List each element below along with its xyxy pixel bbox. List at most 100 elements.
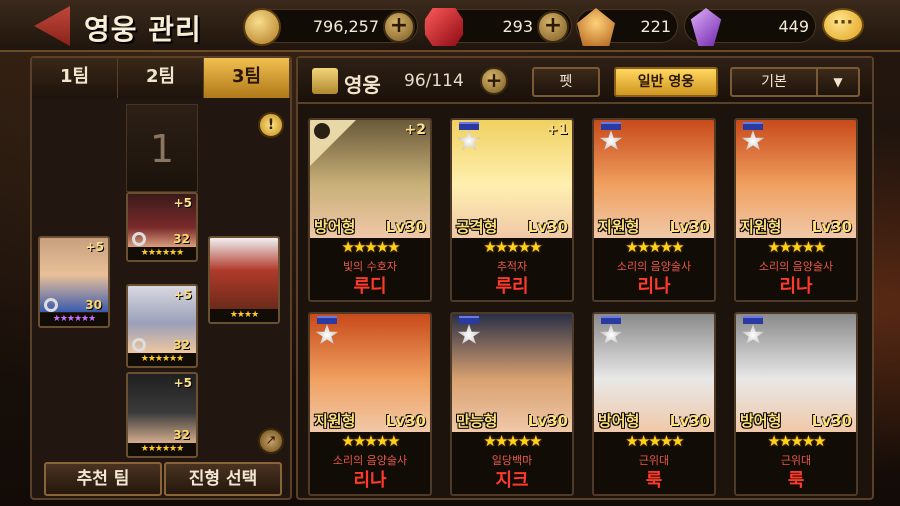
hero-name: 룩: [645, 470, 663, 491]
formation-select-button[interactable]: 진형 선택: [164, 462, 282, 496]
hero-card[interactable]: 지원형 Lv30 ★★★★★ 소리의 음양술사 리나: [308, 312, 432, 496]
star-rating: ★★★★★★: [128, 443, 196, 456]
gear-icon: [132, 232, 146, 246]
hero-class: 방어형: [740, 412, 782, 430]
hero-title: 근위대: [638, 454, 670, 467]
team-member-slot-5[interactable]: ★★★★: [208, 236, 280, 324]
hero-level: Lv30: [669, 412, 710, 430]
hero-level: Lv30: [527, 218, 568, 236]
star-rating: ★★★★★: [483, 432, 542, 450]
normal-hero-button[interactable]: 일반 영웅: [614, 67, 718, 97]
star-rating: ★★★★★★: [128, 353, 196, 366]
hero-label: 영웅: [344, 73, 381, 97]
hero-name: 리나: [779, 276, 813, 297]
star-rating: ★★★★★: [625, 238, 684, 256]
ore-icon: [577, 8, 615, 46]
hero-level: Lv30: [811, 412, 852, 430]
hero-card[interactable]: +1 공격형 Lv30 ★★★★★ 추적자 루리: [450, 118, 574, 302]
add-gold-button[interactable]: +: [383, 11, 415, 43]
medal-icon: [740, 122, 766, 152]
enhance-level: +5: [173, 376, 192, 390]
hero-portrait: [210, 238, 278, 310]
back-button[interactable]: [34, 6, 70, 46]
tab-team-2[interactable]: 2팀: [118, 58, 204, 98]
hero-name: 루디: [353, 276, 387, 297]
hero-class: 지원형: [598, 218, 640, 236]
gear-icon: [44, 298, 58, 312]
hero-card[interactable]: 지원형 Lv30 ★★★★★ 소리의 음양술사리나: [592, 118, 716, 302]
hero-card[interactable]: +2 방어형 Lv30 ★★★★★ 빛의 수호자 루디: [308, 118, 432, 302]
empty-slot-number[interactable]: 1: [126, 104, 198, 192]
pet-button[interactable]: 펫: [532, 67, 600, 97]
gold-value: 796,257: [312, 17, 379, 36]
team-member-slot-4[interactable]: +5 32 ★★★★★★: [126, 372, 198, 458]
hero-title: 일당백마: [491, 454, 533, 467]
lock-icon: [314, 123, 330, 139]
hero-level: Lv30: [811, 218, 852, 236]
hero-title: 소리의 음양술사: [758, 260, 834, 273]
hero-card[interactable]: 지원형 Lv30 ★★★★★ 소리의 음양술사리나: [734, 118, 858, 302]
info-button[interactable]: !: [258, 112, 284, 138]
expand-slots-button[interactable]: +: [480, 67, 508, 95]
team-tabs: 1팀 2팀 3팀: [32, 58, 290, 98]
hero-class: 만능형: [456, 412, 498, 430]
hero-level: Lv30: [527, 412, 568, 430]
medal-icon: [740, 316, 766, 346]
hero-level: 32: [173, 338, 190, 352]
hero-level: Lv30: [385, 412, 426, 430]
hero-level: Lv30: [669, 218, 710, 236]
crystal-value: 449: [778, 17, 809, 36]
hero-level: 30: [85, 298, 102, 312]
tab-team-3[interactable]: 3팀: [204, 58, 290, 98]
hero-list-panel: 영웅 96/114 + 펫 일반 영웅 기본 ▼ +2 방어형 Lv30 ★★★★★ 빛…: [296, 56, 874, 500]
team-member-slot-1[interactable]: +5 30 ★★★★★★: [38, 236, 110, 328]
enhance-level: +5: [173, 288, 192, 302]
chevron-down-icon[interactable]: ▼: [818, 67, 860, 97]
crystal-resource: 449: [684, 8, 816, 46]
hero-list-header: 영웅 96/114 + 펫 일반 영웅 기본 ▼: [298, 58, 872, 104]
hero-class: 공격형: [456, 218, 498, 236]
expand-arrow-icon[interactable]: ↗: [258, 428, 284, 454]
hero-card[interactable]: 방어형 Lv30 ★★★★★ 근위대룩: [592, 312, 716, 496]
hero-count: 96/114: [404, 71, 464, 91]
hero-class: 지원형: [740, 218, 782, 236]
hero-book-icon: [312, 68, 338, 94]
medal-icon: [314, 316, 340, 346]
star-rating: ★★★★: [210, 309, 278, 322]
star-rating: ★★★★★: [767, 432, 826, 450]
star-rating: ★★★★★: [341, 432, 400, 450]
tab-team-1[interactable]: 1팀: [32, 58, 118, 98]
hero-title: 소리의 음양술사: [616, 260, 692, 273]
chat-button[interactable]: ···: [822, 8, 864, 42]
sort-select[interactable]: 기본: [730, 67, 818, 97]
star-rating: ★★★★★★: [128, 247, 196, 260]
enhance-level: +1: [546, 122, 568, 138]
enhance-level: +5: [85, 240, 104, 254]
team-member-slot-2[interactable]: +5 32 ★★★★★★: [126, 192, 198, 262]
gold-resource: 796,257 +: [243, 8, 418, 46]
crystal-icon: [690, 8, 722, 46]
medal-icon: [456, 316, 482, 346]
team-member-slot-3[interactable]: +5 32 ★★★★★★: [126, 284, 198, 368]
hero-card[interactable]: 방어형 Lv30 ★★★★★ 근위대 룩: [734, 312, 858, 496]
star-rating: ★★★★★: [625, 432, 684, 450]
hero-name: 리나: [637, 276, 671, 297]
ruby-value: 293: [502, 17, 533, 36]
add-ruby-button[interactable]: +: [537, 11, 569, 43]
recommend-team-button[interactable]: 추천 팀: [44, 462, 162, 496]
hero-class: 방어형: [598, 412, 640, 430]
gear-icon: [132, 338, 146, 352]
ore-resource: 221: [576, 8, 678, 46]
hero-class: 방어형: [314, 218, 356, 236]
team-action-buttons: 추천 팀 진형 선택: [44, 462, 282, 496]
hero-name: 지크: [495, 470, 529, 491]
hero-level: 32: [173, 232, 190, 246]
star-rating: ★★★★★: [767, 238, 826, 256]
hero-name: 루리: [495, 276, 529, 297]
enhance-level: +5: [173, 196, 192, 210]
medal-icon: [456, 122, 482, 152]
hero-title: 근위대: [780, 454, 812, 467]
coin-icon: [243, 8, 281, 46]
hero-card[interactable]: 만능형 Lv30 ★★★★★ 일당백마지크: [450, 312, 574, 496]
star-rating: ★★★★★: [483, 238, 542, 256]
